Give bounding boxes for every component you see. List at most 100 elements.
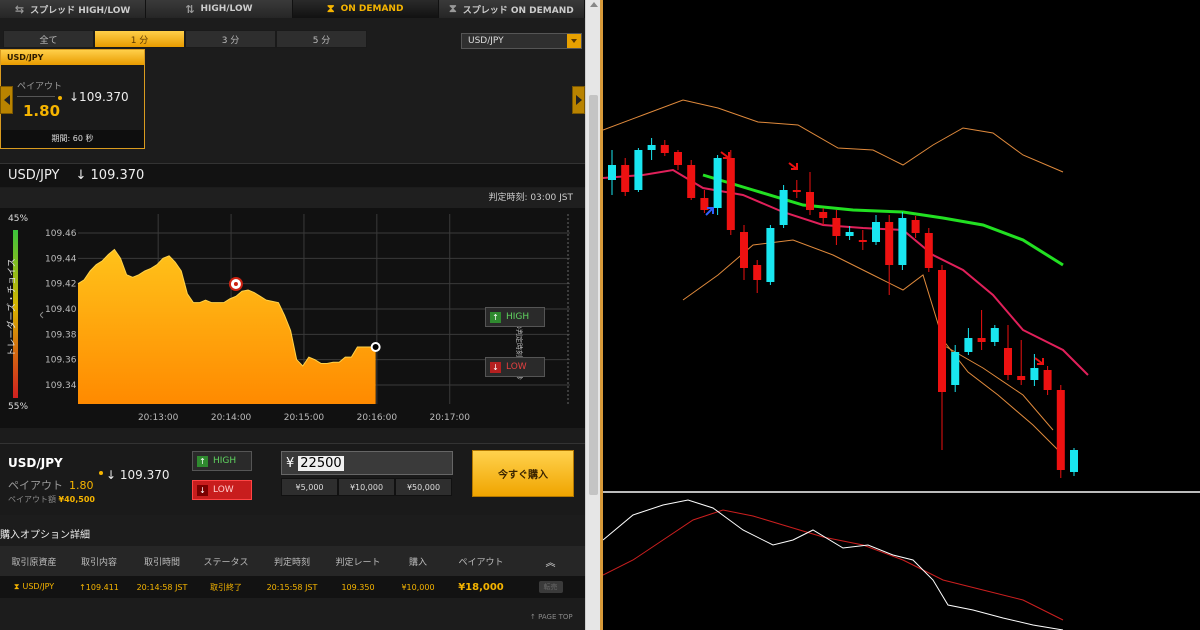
row-asset-label: USD/JPY <box>22 582 55 591</box>
product-tabs: ⇆ スプレッド HIGH/LOW ⇅ HIGH/LOW ⧗ ON DEMAND ⧗ スプ… <box>0 0 585 18</box>
tab-label: HIGH/LOW <box>200 4 253 14</box>
chart-low-button[interactable]: ↓ LOW <box>485 357 545 377</box>
tab-3min[interactable]: 3 分 <box>185 30 276 48</box>
row-content: ↑109.411 <box>79 582 119 592</box>
candle-body <box>779 190 788 225</box>
duration-tabs: 全て 1 分 3 分 5 分 <box>3 30 367 48</box>
tab-label: ON DEMAND <box>340 4 404 14</box>
quick-amount-buttons: ¥5,000 ¥10,000 ¥50,000 <box>281 478 452 496</box>
candle-body <box>990 328 999 342</box>
chart-header: USD/JPY ↓ 109.370 <box>0 163 585 187</box>
low-button[interactable]: ↓ LOW <box>192 480 252 500</box>
low-label: LOW <box>506 362 527 372</box>
col-payout: ペイアウト <box>458 557 504 568</box>
tab-label: スプレッド HIGH/LOW <box>30 5 131 16</box>
tab-highlow[interactable]: ⇅ HIGH/LOW <box>146 0 293 18</box>
entry-marker-dot <box>233 282 238 286</box>
buy-now-button[interactable]: 今すぐ購入 <box>472 450 574 497</box>
upper-band <box>603 99 1064 173</box>
y-tick-label: 109.46 <box>45 229 77 239</box>
candle-body <box>1056 390 1065 470</box>
tab-all[interactable]: 全て <box>3 30 94 48</box>
high-label: HIGH <box>213 456 237 466</box>
prev-arrow-icon[interactable] <box>0 86 13 114</box>
high-button[interactable]: ↑ HIGH <box>192 451 252 471</box>
card-pair: USD/JPY <box>1 50 144 65</box>
trade-rate: ↓ 109.370 <box>106 468 170 482</box>
resell-button[interactable]: 転売 <box>516 581 585 593</box>
sell-signal-icon <box>788 162 798 170</box>
quick-amount-button[interactable]: ¥50,000 <box>395 478 452 496</box>
tab-on-demand[interactable]: ⧗ ON DEMAND <box>292 0 439 18</box>
currency-label: ¥ <box>286 455 295 471</box>
candle-body <box>977 338 986 342</box>
x-tick-label: 20:17:00 <box>430 413 471 423</box>
next-arrow-icon[interactable] <box>572 86 585 114</box>
candle-body <box>1043 370 1052 390</box>
amount-input[interactable]: ¥22500 <box>281 451 453 475</box>
pair-select-value: USD/JPY <box>468 36 504 46</box>
candle-body <box>1070 450 1078 472</box>
page-top-link[interactable]: ↑ PAGE TOP <box>530 613 573 621</box>
hourglass-icon: ⧗ <box>13 582 20 591</box>
chart-high-button[interactable]: ↑ HIGH <box>485 307 545 327</box>
candle-body <box>1030 368 1039 380</box>
candle-body <box>608 165 616 180</box>
candle-body <box>634 150 643 190</box>
candle-body <box>964 338 973 352</box>
row-time: 20:14:58 JST <box>136 582 188 592</box>
chevron-down-icon <box>567 34 581 48</box>
scrollbar[interactable] <box>585 0 600 630</box>
quick-amount-button[interactable]: ¥10,000 <box>338 478 395 496</box>
dot-icon <box>99 471 103 475</box>
scroll-up-icon[interactable] <box>590 2 598 7</box>
candle-body <box>832 218 841 236</box>
row-asset: ⧗ USD/JPY <box>0 582 68 592</box>
tab-spread-on-demand[interactable]: ⧗ スプレッド ON DEMAND <box>438 0 585 18</box>
details-title: 購入オプション詳細 <box>0 530 90 541</box>
hourglass-icon: ⧗ <box>326 2 335 15</box>
x-tick-label: 20:14:00 <box>211 413 252 423</box>
high-label: HIGH <box>506 312 530 322</box>
quick-amount-button[interactable]: ¥5,000 <box>281 478 338 496</box>
low-label: LOW <box>213 485 234 495</box>
row-payout: ¥18,000 <box>458 581 504 593</box>
tab-spread-highlow[interactable]: ⇆ スプレッド HIGH/LOW <box>0 0 147 18</box>
option-card[interactable]: USD/JPY ペイアウト 1.80 ↓109.370 期間: 60 秒 <box>0 49 145 149</box>
up-down-arrows-icon: ⇅ <box>185 2 195 16</box>
candle-body <box>753 265 762 280</box>
trade-amount: ペイアウト額 ¥40,500 <box>8 494 95 505</box>
candle-body <box>885 222 894 265</box>
y-tick-label: 109.42 <box>45 280 77 290</box>
card-period: 期間: 60 秒 <box>1 130 144 148</box>
candlestick-chart <box>603 99 1200 630</box>
divider <box>17 96 55 97</box>
scrollbar-thumb[interactable] <box>589 95 598 495</box>
judge-time: 判定時刻: 03:00 JST <box>0 188 585 208</box>
candle-body <box>819 212 828 218</box>
pair-select[interactable]: USD/JPY <box>461 33 582 49</box>
current-price-dot <box>370 342 381 352</box>
down-arrow-icon: ↓ <box>197 484 208 496</box>
candlestick-chart-panel <box>603 0 1200 630</box>
card-payout: 1.80 <box>23 102 61 120</box>
trade-pair: USD/JPY <box>8 456 63 470</box>
x-tick-label: 20:16:00 <box>357 413 398 423</box>
slow-moving-average <box>702 173 1064 267</box>
col-content: 取引内容 <box>80 557 117 568</box>
resell-label: 転売 <box>538 581 563 593</box>
y-tick-label: 109.36 <box>45 356 77 366</box>
collapse-button[interactable]: ︽ <box>516 554 585 569</box>
candle-body <box>766 228 775 282</box>
trader-choice-label: トレーダーズ・チョイス <box>7 258 18 357</box>
candle-body <box>1017 376 1026 380</box>
tab-1min[interactable]: 1 分 <box>94 30 185 48</box>
col-asset: 取引原資産 <box>11 557 57 568</box>
fast-moving-average <box>603 168 1089 376</box>
candle-body <box>898 218 907 265</box>
dot-icon <box>58 96 62 100</box>
trend-line <box>942 344 1054 431</box>
hourglass-icon: ⧗ <box>449 2 457 15</box>
y-tick-label: 109.44 <box>45 254 77 264</box>
tab-5min[interactable]: 5 分 <box>276 30 367 48</box>
